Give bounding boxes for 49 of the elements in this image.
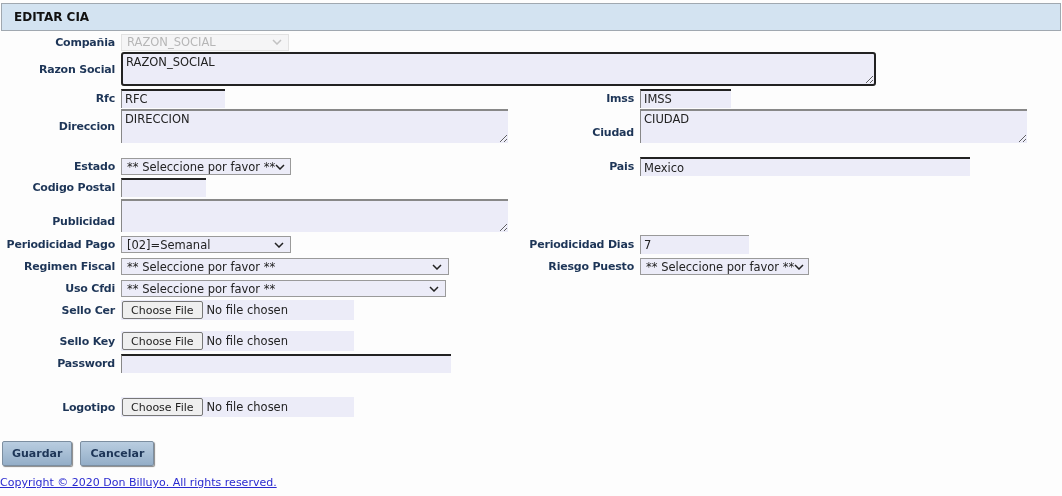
field-label: Compañia <box>54 35 116 49</box>
dropdown-field[interactable]: ** Seleccione por favor ** <box>121 280 446 297</box>
chevron-icon <box>432 263 442 270</box>
input-field[interactable]: 7 <box>640 235 749 254</box>
form-button[interactable]: Guardar <box>2 441 73 466</box>
field-label: Imss <box>605 91 635 105</box>
file-status-text: No file chosen <box>206 400 288 414</box>
field-label: Publicidad <box>51 215 116 230</box>
copyright-link[interactable]: Copyright © 2020 Don Billuyo. All rights reserved. <box>0 476 277 489</box>
field-label: Sello Cer <box>60 303 116 317</box>
form-button[interactable]: Cancelar <box>80 441 155 466</box>
section-header: EDITAR CIA <box>1 3 1061 31</box>
choose-file-button[interactable]: Choose File <box>122 301 203 319</box>
chevron-icon <box>794 263 805 270</box>
field-label: Riesgo Puesto <box>547 260 635 273</box>
field-label: Rfc <box>94 91 116 105</box>
chevron-icon <box>272 39 282 45</box>
field-label: Pais <box>608 160 635 173</box>
input-field[interactable]: Mexico <box>640 157 970 176</box>
chevron-icon <box>429 285 439 292</box>
dropdown-field[interactable]: ** Seleccione por favor ** <box>121 258 449 275</box>
text-area[interactable]: RAZON_SOCIAL <box>121 52 876 86</box>
field-label: Direccion <box>57 119 116 133</box>
file-status-text: No file chosen <box>206 334 288 348</box>
input-field[interactable] <box>121 178 206 197</box>
text-area[interactable]: CIUDAD <box>640 109 1027 143</box>
field-label: Razon Social <box>37 62 116 76</box>
field-label: Logotipo <box>61 400 116 414</box>
input-field[interactable]: IMSS <box>640 88 731 108</box>
field-label: Regimen Fiscal <box>23 260 116 273</box>
dropdown-field[interactable]: ** Seleccione por favor ** <box>640 258 809 275</box>
file-status-text: No file chosen <box>206 303 288 317</box>
choose-file-button[interactable]: Choose File <box>122 332 203 350</box>
chevron-icon <box>274 241 284 248</box>
field-label: Periodicidad Pago <box>5 238 116 251</box>
field-label: Uso Cfdi <box>64 282 116 295</box>
text-area[interactable]: DIRECCION <box>121 109 508 143</box>
choose-file-button[interactable]: Choose File <box>122 398 203 416</box>
chevron-icon <box>275 163 286 170</box>
field-label: Periodicidad Dias <box>528 238 635 251</box>
input-field[interactable] <box>121 354 451 373</box>
dropdown-field[interactable]: [02]=Semanal <box>121 236 291 253</box>
field-label: Codigo Postal <box>31 181 116 194</box>
input-field[interactable]: RFC <box>121 88 225 108</box>
dropdown-field[interactable]: ** Seleccione por favor ** <box>121 158 291 175</box>
field-label: Password <box>56 357 116 370</box>
field-label: Estado <box>73 160 116 173</box>
field-label: Sello Key <box>58 334 116 348</box>
field-label: Ciudad <box>591 126 635 141</box>
